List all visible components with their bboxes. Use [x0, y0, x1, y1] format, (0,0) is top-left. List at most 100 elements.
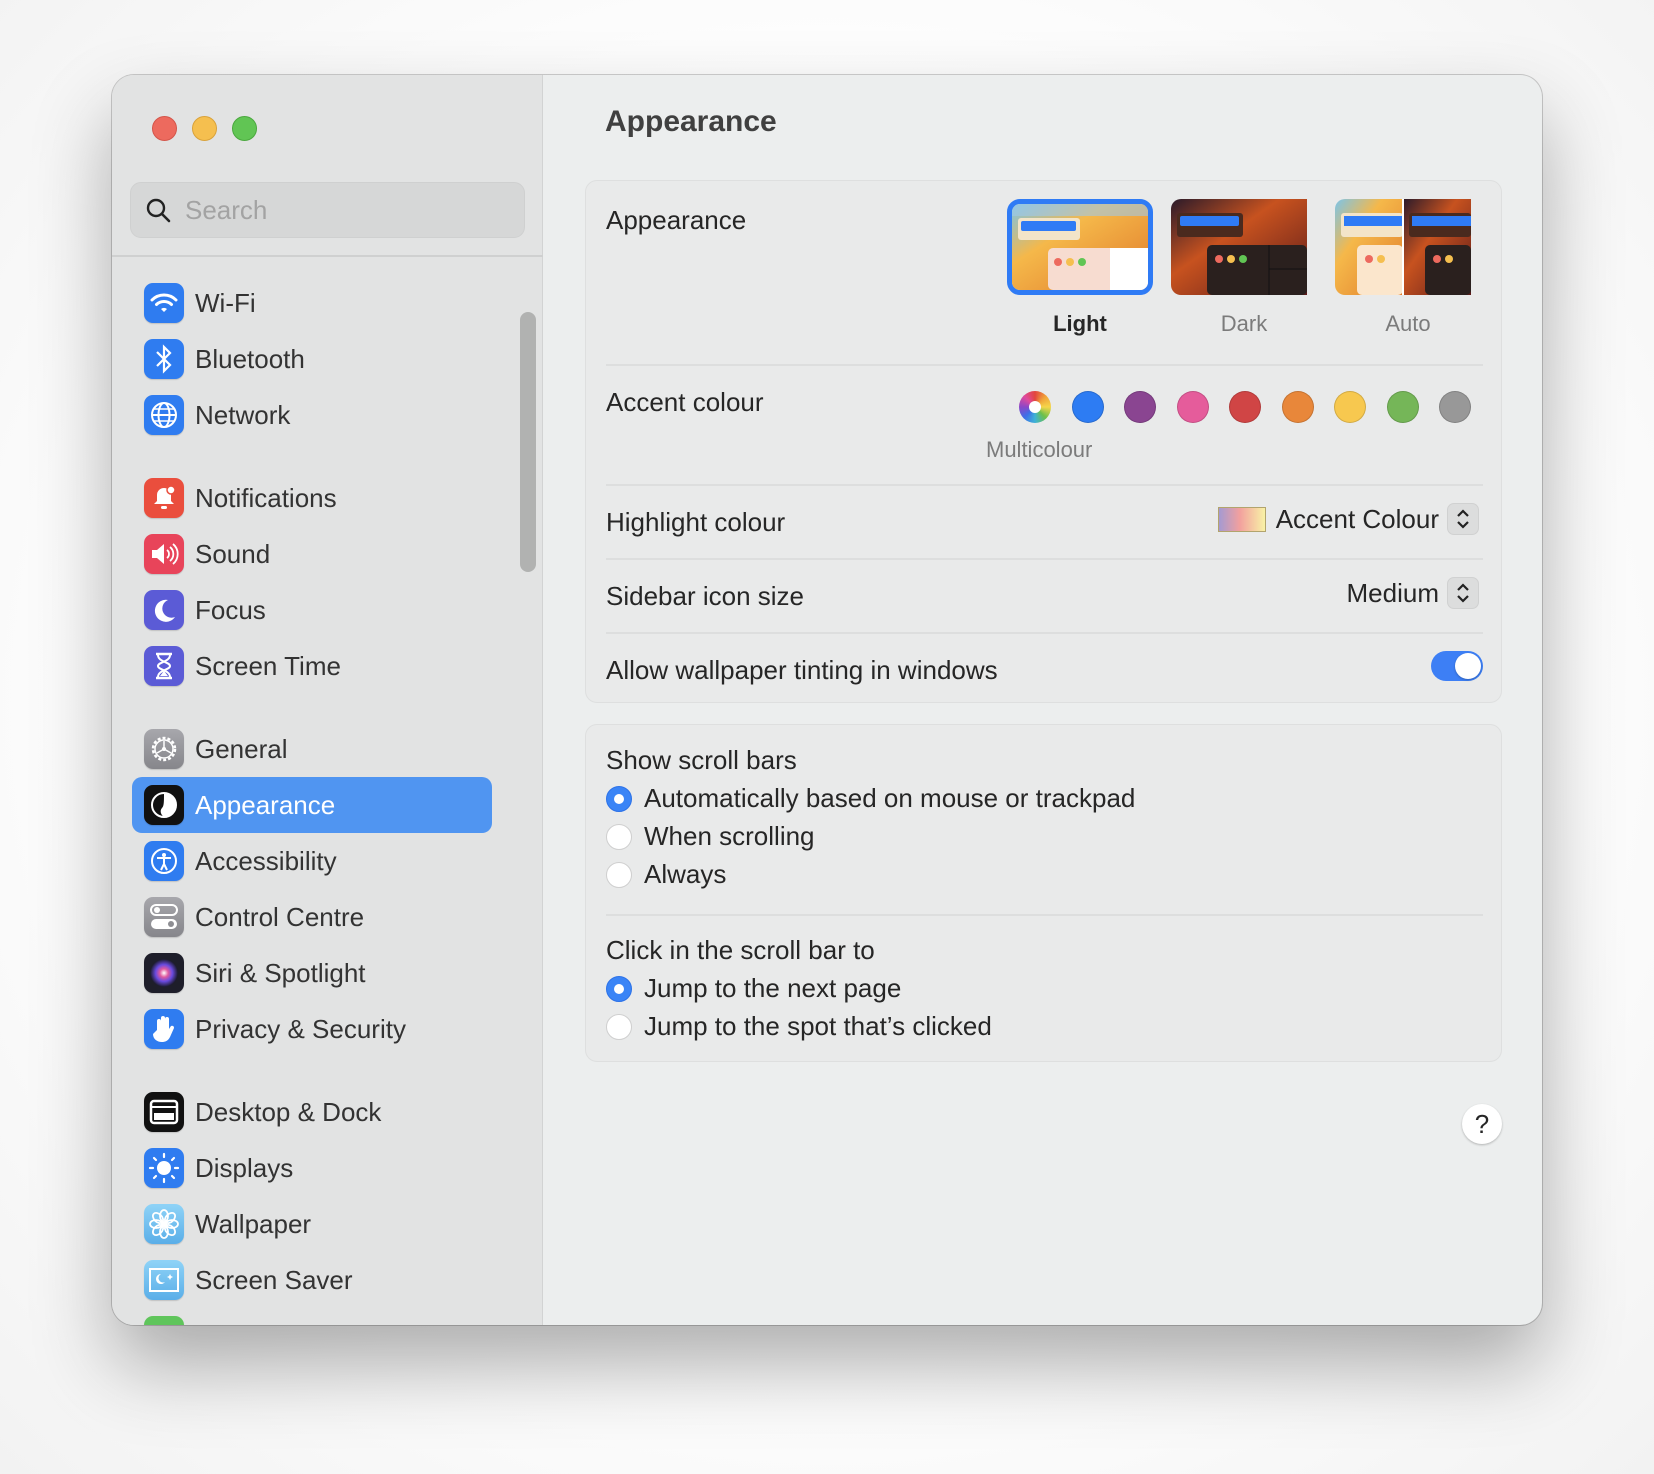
sidebar-icon-size-label: Sidebar icon size: [606, 581, 804, 611]
radio-indicator: [606, 975, 632, 1002]
sidebar-item-label: Focus: [195, 594, 266, 625]
screensaver-icon: [144, 1260, 184, 1300]
sidebar-item-siri-spotlight[interactable]: Siri & Spotlight: [132, 945, 492, 1001]
sidebar-item-control-centre[interactable]: Control Centre: [132, 889, 492, 945]
sidebar-item-wi-fi[interactable]: Wi-Fi: [132, 275, 492, 331]
show-scroll-bars-label: Show scroll bars: [606, 745, 797, 775]
accent-swatch-purple[interactable]: [1124, 391, 1156, 423]
highlight-colour-swatch: [1217, 506, 1266, 532]
toggle-knob: [1455, 653, 1481, 679]
accent-selected-label: Multicolour: [986, 437, 1093, 462]
radio-label: Jump to the spot that’s clicked: [644, 1011, 992, 1041]
row-divider: [606, 914, 1483, 916]
close-button[interactable]: [152, 116, 177, 141]
wallpaper-tinting-label: Allow wallpaper tinting in windows: [606, 655, 998, 685]
sidebar-item-screen-time[interactable]: Screen Time: [132, 638, 492, 694]
sidebar-item-label: Network: [195, 399, 291, 430]
chevron-updown-icon: [1447, 503, 1479, 535]
sidebar-item-label: Siri & Spotlight: [195, 957, 366, 988]
sidebar-item-notifications[interactable]: Notifications: [132, 470, 492, 526]
sidebar-item-privacy-security[interactable]: Privacy & Security: [132, 1001, 492, 1057]
sidebar-item-label: Privacy & Security: [195, 1013, 406, 1044]
accent-swatch-yellow[interactable]: [1334, 391, 1366, 423]
accessibility-icon: [144, 841, 184, 881]
sidebar-item-appearance[interactable]: Appearance: [132, 777, 492, 833]
speaker-icon: [144, 534, 184, 574]
bluetooth-icon: [144, 339, 184, 379]
accent-swatch-red[interactable]: [1229, 391, 1261, 423]
sidebar-item-sound[interactable]: Sound: [132, 526, 492, 582]
theme-label-dark: Dark: [1220, 311, 1268, 336]
dock-icon: [144, 1092, 184, 1132]
sidebar-item-accessibility[interactable]: Accessibility: [132, 833, 492, 889]
row-divider: [606, 484, 1483, 486]
globe-icon: [144, 395, 184, 435]
sidebar-item-label: Screen Saver: [195, 1264, 353, 1295]
sidebar-item-screen-saver[interactable]: Screen Saver: [132, 1252, 492, 1308]
theme-option-dark[interactable]: Dark: [1171, 199, 1317, 336]
wallpaper-tinting-toggle[interactable]: [1431, 651, 1483, 681]
accent-swatch-graphite[interactable]: [1439, 391, 1471, 423]
theme-label-light: Light: [1053, 311, 1107, 336]
minimize-button[interactable]: [192, 116, 217, 141]
appearance-settings-card: Appearance Light Dark Auto Accent colour…: [585, 180, 1502, 703]
radio-jump-to-the-next-page[interactable]: Jump to the next page: [606, 973, 901, 1004]
battery-icon: [144, 1316, 184, 1325]
sidebar-item-label: General: [195, 733, 288, 764]
siri-icon: [144, 953, 184, 993]
row-divider: [606, 364, 1483, 366]
radio-when-scrolling[interactable]: When scrolling: [606, 821, 815, 852]
help-button[interactable]: ?: [1462, 1104, 1502, 1144]
highlight-colour-label: Highlight colour: [606, 507, 786, 537]
radio-automatically-based-on-mouse-or-trackpad[interactable]: Automatically based on mouse or trackpad: [606, 783, 1135, 814]
sidebar-item-displays[interactable]: Displays: [132, 1140, 492, 1196]
moon-icon: [144, 590, 184, 630]
zoom-button[interactable]: [232, 116, 257, 141]
sidebar-item-label: Displays: [195, 1152, 294, 1183]
toggles-icon: [144, 897, 184, 937]
sidebar-item-general[interactable]: General: [132, 721, 492, 777]
radio-label: Automatically based on mouse or trackpad: [644, 783, 1136, 813]
radio-jump-to-the-spot-that-s-clicked[interactable]: Jump to the spot that’s clicked: [606, 1011, 992, 1042]
sidebar-item-wallpaper[interactable]: Wallpaper: [132, 1196, 492, 1252]
dark-theme-thumbnail: [1171, 199, 1317, 295]
sidebar-item-bluetooth[interactable]: Bluetooth: [132, 331, 492, 387]
search-input[interactable]: Search: [130, 182, 525, 238]
sidebar-item-network[interactable]: Network: [132, 387, 492, 443]
radio-indicator: [606, 823, 632, 850]
sidebar-item-desktop-dock[interactable]: Desktop & Dock: [132, 1084, 492, 1140]
sidebar-item-focus[interactable]: Focus: [132, 582, 492, 638]
sidebar-item-label: Bluetooth: [195, 343, 305, 374]
highlight-colour-popup[interactable]: Accent Colour: [1217, 503, 1479, 535]
sidebar-icon-size-popup[interactable]: Medium: [1347, 577, 1479, 609]
accent-swatch-pink[interactable]: [1176, 391, 1209, 423]
sidebar-item-label: Notifications: [195, 482, 337, 513]
sidebar-scrollbar[interactable]: [520, 312, 536, 572]
radio-label: When scrolling: [644, 821, 815, 851]
sidebar-item-battery[interactable]: Battery: [132, 1308, 492, 1325]
sidebar-item-label: Sound: [195, 538, 271, 569]
search-icon: [146, 198, 171, 223]
accent-swatch-multicolour[interactable]: [1019, 391, 1051, 423]
sidebar-item-label: Desktop & Dock: [195, 1096, 382, 1127]
sidebar-item-label: Control Centre: [195, 901, 365, 932]
hourglass-icon: [144, 646, 184, 686]
accent-swatch-green[interactable]: [1386, 391, 1419, 423]
sidebar-item-label: Accessibility: [195, 845, 337, 876]
radio-always[interactable]: Always: [606, 859, 726, 890]
system-settings-window: Search Wi-Fi Bluetooth Network Notification…: [112, 75, 1542, 1325]
theme-option-light[interactable]: Light: [1007, 199, 1153, 336]
accent-swatch-orange[interactable]: [1281, 391, 1314, 423]
radio-label: Jump to the next page: [644, 973, 902, 1003]
sidebar-item-label: Wi-Fi: [195, 287, 256, 318]
radio-indicator: [606, 861, 632, 888]
chevron-updown-icon: [1447, 577, 1479, 609]
sidebar-item-label: Screen Time: [195, 650, 341, 681]
gear-icon: [144, 729, 184, 769]
highlight-colour-value: Accent Colour: [1275, 503, 1439, 534]
theme-option-auto[interactable]: Auto: [1335, 199, 1481, 336]
sidebar-item-label: Wallpaper: [195, 1208, 312, 1239]
radio-indicator: [606, 785, 632, 812]
accent-swatch-blue[interactable]: [1071, 391, 1104, 423]
click-scroll-bar-label: Click in the scroll bar to: [606, 935, 875, 965]
